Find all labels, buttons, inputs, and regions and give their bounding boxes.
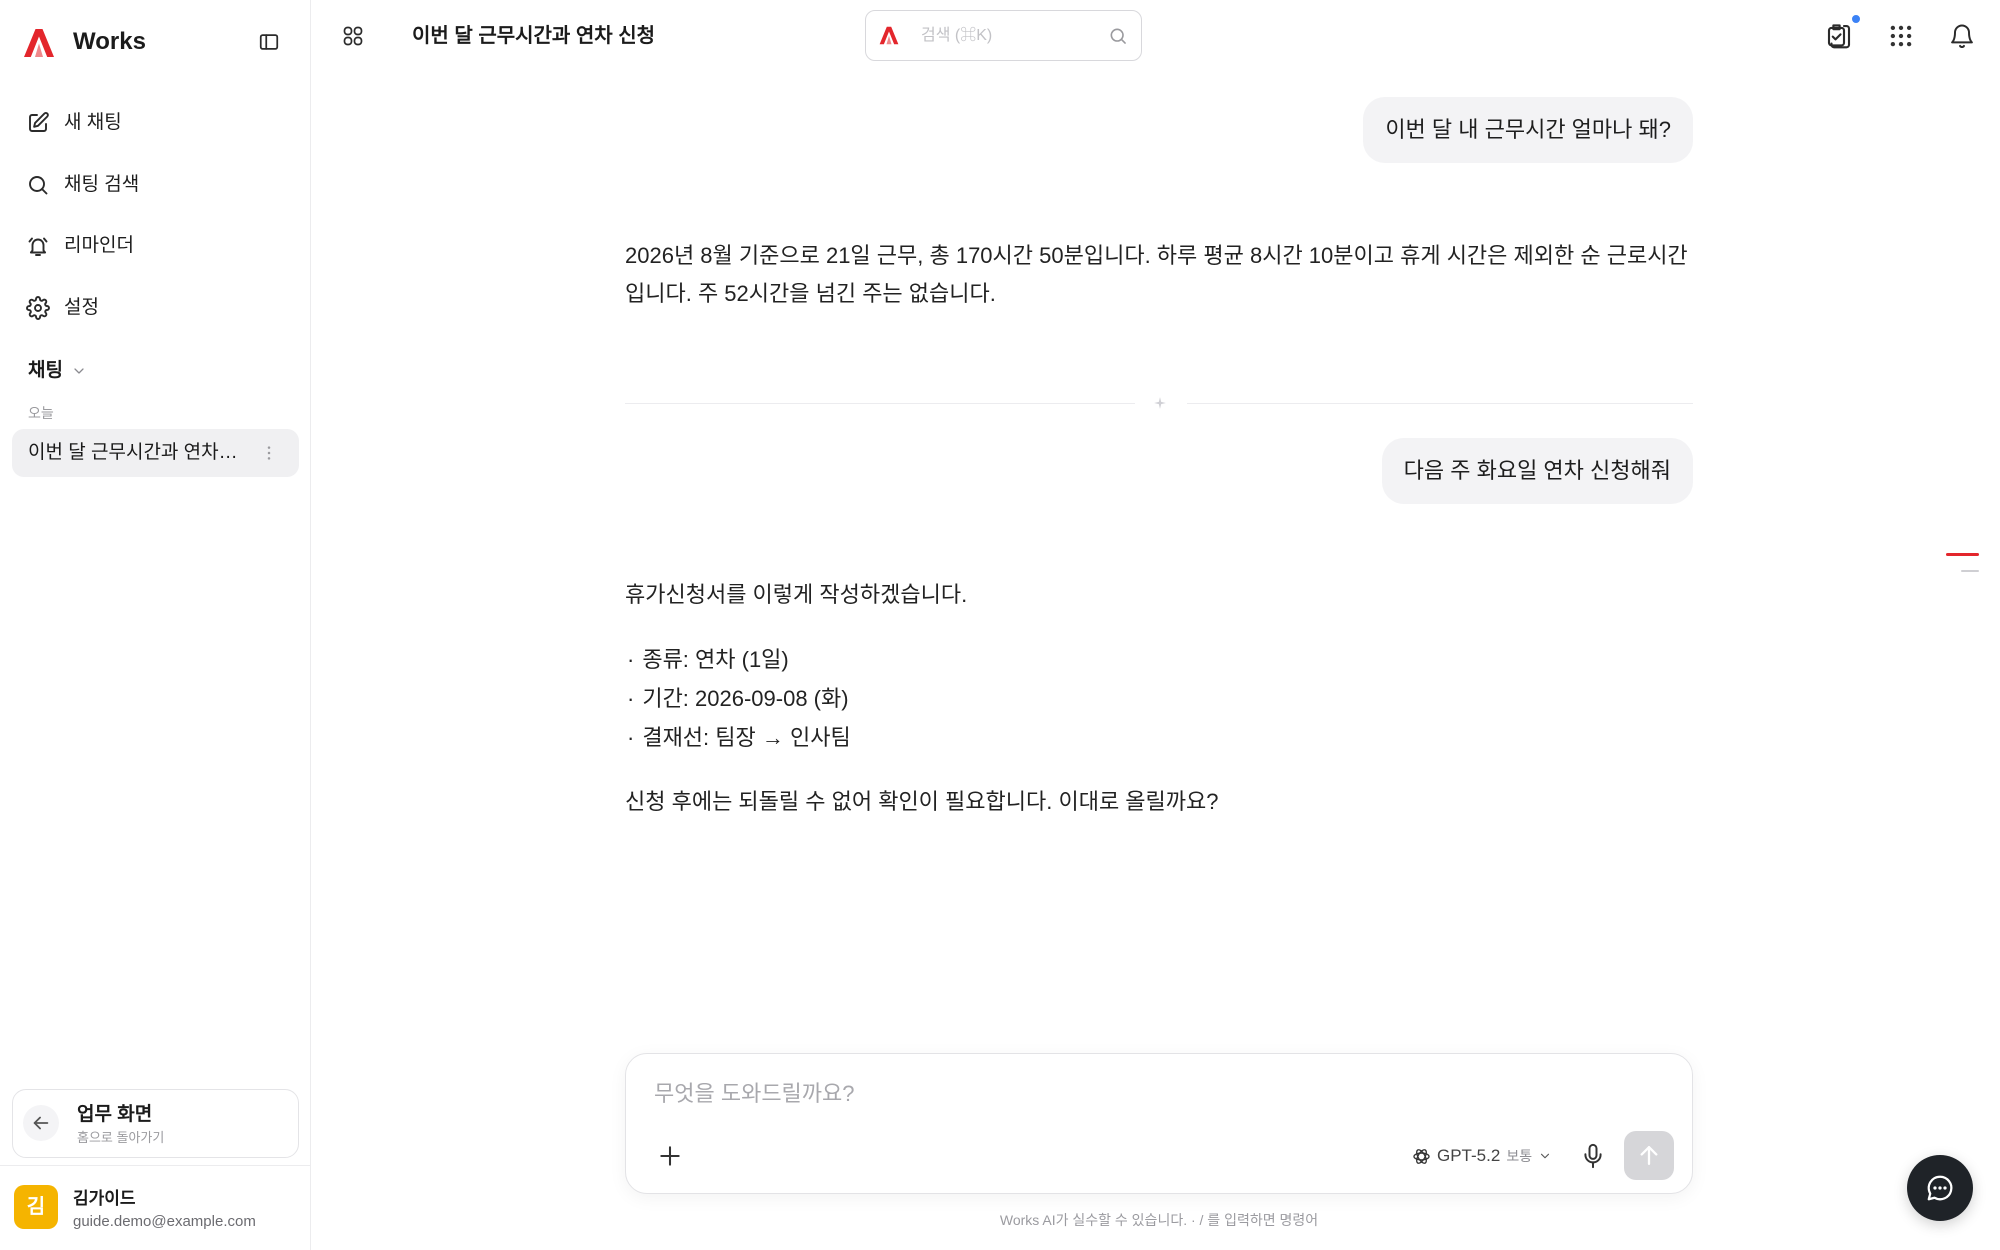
notification-dot: [1850, 13, 1862, 25]
user-name: 김가이드: [73, 1189, 136, 1208]
search-icon[interactable]: [1108, 26, 1128, 46]
list-item: · 종류: 연차 (1일): [625, 640, 1693, 679]
list-marker: ·: [627, 647, 635, 672]
nav-label: 설정: [64, 296, 99, 318]
send-button[interactable]: [1624, 1131, 1674, 1180]
assistant-message: 휴가신청서를 이렇게 작성하겠습니다. · 종류: 연차 (1일) · 기간: 20…: [625, 576, 1693, 821]
global-search[interactable]: [865, 10, 1142, 61]
nav-search-chats[interactable]: 채팅 검색: [12, 161, 299, 209]
list-marker: ·: [627, 686, 635, 711]
back-to-workspace-button[interactable]: 업무 화면 홈으로 돌아가기: [12, 1089, 299, 1158]
search-input[interactable]: [921, 23, 1096, 49]
grid-icon[interactable]: [341, 24, 365, 48]
chat-title: 이번 달 근무시간과 연차…: [28, 442, 238, 463]
message-input[interactable]: [654, 1080, 1654, 1110]
bell-icon[interactable]: [1948, 22, 1976, 50]
edit-icon: [26, 111, 50, 135]
divider-line: [625, 403, 1135, 404]
scroll-marker-active[interactable]: [1946, 553, 1979, 556]
apps-grid-icon[interactable]: [1888, 23, 1914, 49]
divider-line: [1187, 403, 1693, 404]
clipboard-check-icon[interactable]: [1824, 21, 1854, 51]
user-message: 이번 달 내 근무시간 얼마나 돼?: [1363, 97, 1693, 163]
sidebar: Works 새 채팅 채팅 검색 리마인더 설정 채팅 오늘 이번 달 근무시간…: [0, 0, 311, 1250]
chat-list-item-selected[interactable]: 이번 달 근무시간과 연차…: [12, 429, 299, 477]
avatar[interactable]: 김: [14, 1185, 58, 1229]
list-item-text: 기간: 2026-09-08 (화): [642, 686, 849, 711]
sidebar-divider: [0, 1165, 310, 1166]
sparkle-icon: [1153, 396, 1167, 410]
arrow-left-icon: [23, 1105, 59, 1141]
model-effort: 보통: [1506, 1148, 1533, 1164]
nav-new-chat[interactable]: 새 채팅: [12, 99, 299, 147]
works-logo-icon: [23, 28, 55, 58]
turn-divider: [625, 396, 1693, 410]
list-marker: ·: [627, 725, 635, 750]
chat-section-title: 채팅: [28, 360, 63, 381]
list-item: · 기간: 2026-09-08 (화): [625, 679, 1693, 718]
chevron-down-icon: [1538, 1149, 1552, 1163]
chat-group-label: 오늘: [28, 405, 54, 421]
chat-bubble-icon: [1927, 1175, 1953, 1201]
search-icon: [26, 173, 50, 197]
list-item-text: 결재선: 팀장 → 인사팀: [642, 725, 851, 750]
model-selector[interactable]: GPT-5.2 보통: [1412, 1142, 1552, 1170]
chevron-down-icon: [71, 363, 87, 379]
assistant-paragraph: 신청 후에는 되돌릴 수 없어 확인이 필요합니다. 이대로 올릴까요?: [625, 789, 1219, 814]
alarm-icon: [26, 234, 50, 258]
openai-icon: [1412, 1147, 1431, 1166]
nav-settings[interactable]: 설정: [12, 284, 299, 332]
brand-name: Works: [73, 28, 146, 55]
more-vertical-icon[interactable]: [259, 443, 279, 463]
sidebar-toggle-icon[interactable]: [258, 31, 280, 53]
nav-label: 리마인더: [64, 235, 134, 256]
list-item: · 결재선: 팀장 → 인사팀: [625, 718, 1693, 757]
assistant-paragraph: 휴가신청서를 이렇게 작성하겠습니다.: [625, 582, 968, 607]
assistant-message: 2026년 8월 기준으로 21일 근무, 총 170시간 50분입니다. 하루…: [625, 237, 1693, 313]
scroll-marker[interactable]: [1961, 570, 1979, 572]
gear-icon: [26, 295, 50, 320]
list-item-text: 종류: 연차 (1일): [642, 647, 789, 672]
chat-section-toggle[interactable]: 채팅: [28, 359, 87, 383]
sidebar-nav: 새 채팅 채팅 검색 리마인더 설정: [12, 99, 299, 345]
workspace-subtitle: 홈으로 돌아가기: [77, 1130, 165, 1145]
chat-assistant-button[interactable]: [1907, 1155, 1973, 1221]
arrow-up-icon: [1640, 1146, 1658, 1165]
brand[interactable]: Works: [18, 22, 146, 62]
microphone-icon[interactable]: [1579, 1142, 1607, 1170]
plus-icon[interactable]: [657, 1143, 683, 1169]
workspace-title: 업무 화면: [77, 1104, 153, 1125]
leave-request-summary: · 종류: 연차 (1일) · 기간: 2026-09-08 (화) · 결재선: 팀…: [625, 640, 1693, 757]
page-title: 이번 달 근무시간과 연차 신청: [412, 25, 656, 47]
nav-label: 새 채팅: [64, 112, 122, 133]
assistant-paragraph: 2026년 8월 기준으로 21일 근무, 총 170시간 50분입니다. 하루…: [625, 243, 1688, 306]
user-email: guide.demo@example.com: [73, 1213, 256, 1230]
works-logo-icon: [879, 26, 899, 45]
ai-disclaimer: Works AI가 실수할 수 있습니다. · / 를 입력하면 명령어: [999, 1212, 1319, 1228]
user-message: 다음 주 화요일 연차 신청해줘: [1381, 438, 1693, 504]
nav-label: 채팅 검색: [64, 173, 140, 195]
message-composer: GPT-5.2 보통: [625, 1053, 1693, 1194]
nav-reminder[interactable]: 리마인더: [12, 222, 299, 270]
model-name: GPT-5.2: [1437, 1146, 1501, 1165]
